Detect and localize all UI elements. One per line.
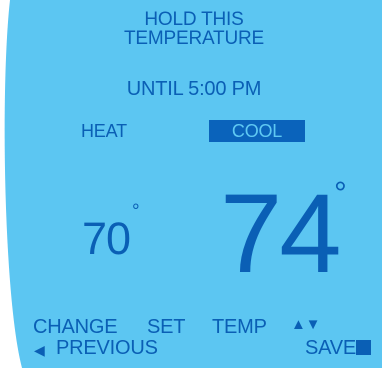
current-temperature: 70 xyxy=(82,213,131,264)
until-time: UNTIL 5:00 PM xyxy=(126,78,262,100)
current-degree-symbol: ° xyxy=(132,201,140,222)
change-label: CHANGE xyxy=(33,316,118,338)
hold-title-line2: TEMPERATURE xyxy=(124,28,264,49)
setpoint-degree-symbol: ° xyxy=(334,175,347,211)
previous-button[interactable]: PREVIOUS xyxy=(56,337,158,359)
left-arrow-icon[interactable]: ◀ xyxy=(34,339,45,361)
up-down-arrows-icon[interactable]: ▲▼ xyxy=(291,314,320,336)
thermostat-screen: HOLD THIS TEMPERATURE UNTIL 5:00 PM HEAT… xyxy=(0,0,388,368)
set-label: SET xyxy=(147,316,186,338)
cool-mode-option-selected[interactable]: COOL xyxy=(209,120,305,142)
heat-mode-option[interactable]: HEAT xyxy=(81,120,127,142)
temp-label: TEMP xyxy=(212,316,267,338)
setpoint-temperature: 74 xyxy=(220,171,342,296)
save-button[interactable]: SAVE xyxy=(305,337,356,359)
square-stop-icon[interactable] xyxy=(356,340,371,355)
hold-title-line1: HOLD THIS xyxy=(144,9,244,30)
